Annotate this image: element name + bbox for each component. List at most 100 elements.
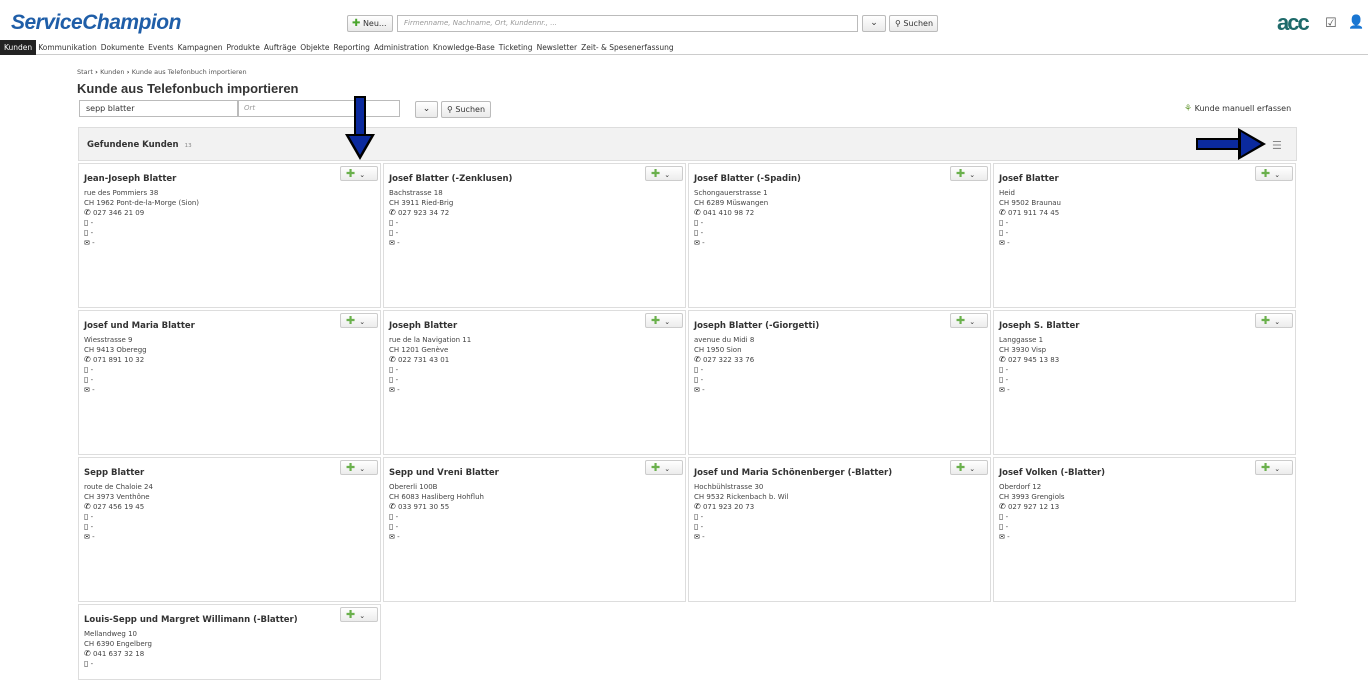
card-email: - bbox=[92, 533, 95, 541]
nav-item-produkte[interactable]: Produkte bbox=[225, 40, 262, 55]
card-fax-row: ▯ - bbox=[999, 375, 1059, 385]
arrow-down-annotation bbox=[345, 96, 375, 160]
name-search-input[interactable]: sepp blatter bbox=[79, 100, 238, 117]
new-button[interactable]: ✚ Neu... bbox=[347, 15, 393, 32]
mobile-phone-icon: ▯ bbox=[694, 512, 699, 521]
card-phone-row: ✆ 027 346 21 09 bbox=[84, 208, 199, 218]
import-customer-button[interactable]: ✚ ⌄ bbox=[1255, 166, 1293, 181]
card-mobile: - bbox=[90, 219, 94, 227]
place-input[interactable]: Ort bbox=[238, 100, 400, 117]
import-customer-button[interactable]: ✚ ⌄ bbox=[645, 460, 683, 475]
card-email-row: ✉ - bbox=[999, 238, 1061, 248]
email-icon: ✉ bbox=[389, 386, 395, 394]
card-details: rue des Pommiers 38 CH 1962 Pont-de-la-Mo… bbox=[84, 188, 199, 248]
plus-icon: ✚ bbox=[651, 314, 661, 327]
card-fax: - bbox=[90, 376, 94, 384]
filter-options-dropdown[interactable]: ⌄ bbox=[415, 101, 438, 118]
nav-item-knowledge-base[interactable]: Knowledge-Base bbox=[431, 40, 497, 55]
import-customer-button[interactable]: ✚ ⌄ bbox=[1255, 313, 1293, 328]
import-customer-button[interactable]: ✚ ⌄ bbox=[645, 166, 683, 181]
nav-item-reporting[interactable]: Reporting bbox=[331, 40, 371, 55]
chevron-down-icon: ⌄ bbox=[969, 318, 976, 326]
breadcrumb-item[interactable]: Start bbox=[77, 68, 93, 76]
card-phone: 041 410 98 72 bbox=[702, 209, 755, 217]
list-view-icon[interactable]: ☰ bbox=[1272, 139, 1282, 152]
card-mobile: - bbox=[700, 513, 704, 521]
phonebook-search-button[interactable]: ⚲ Suchen bbox=[441, 101, 491, 118]
import-customer-button[interactable]: ✚ ⌄ bbox=[950, 460, 988, 475]
card-details: Oberdorf 12 CH 3993 Grengiols ✆ 027 927 12… bbox=[999, 482, 1065, 542]
card-details: rue de la Navigation 11 CH 1201 Genève ✆ 0… bbox=[389, 335, 471, 395]
nav-item-kampagnen[interactable]: Kampagnen bbox=[176, 40, 225, 55]
nav-item-kommunikation[interactable]: Kommunikation bbox=[36, 40, 99, 55]
card-city: CH 3930 Visp bbox=[999, 346, 1047, 354]
app-logo[interactable]: ServiceChampion bbox=[11, 11, 181, 35]
nav-item-objekte[interactable]: Objekte bbox=[298, 40, 331, 55]
email-icon: ✉ bbox=[694, 239, 700, 247]
card-email-row: ✉ - bbox=[999, 385, 1059, 395]
nav-item-ticketing[interactable]: Ticketing bbox=[497, 40, 535, 55]
global-search-input[interactable]: Firmenname, Nachname, Ort, Kundennr., ..… bbox=[397, 15, 858, 32]
import-customer-button[interactable]: ✚ ⌄ bbox=[1255, 460, 1293, 475]
mobile-phone-icon: ▯ bbox=[84, 659, 89, 668]
breadcrumb-item[interactable]: Kunden bbox=[100, 68, 124, 76]
main-navigation: Kunden Kommunikation Dokumente Events Kampag… bbox=[0, 40, 1368, 55]
card-fax: - bbox=[1005, 523, 1009, 531]
card-phone-row: ✆ 041 410 98 72 bbox=[694, 208, 768, 218]
import-customer-button[interactable]: ✚ ⌄ bbox=[340, 166, 378, 181]
results-title-label: Gefundene Kunden bbox=[87, 140, 179, 150]
user-icon[interactable]: 👤 bbox=[1348, 15, 1364, 30]
phone-icon: ✆ bbox=[84, 502, 91, 511]
card-mobile-row: ▯ - bbox=[999, 365, 1059, 375]
card-email-row: ✉ - bbox=[389, 532, 484, 542]
card-city: CH 1201 Genève bbox=[389, 346, 449, 354]
search-options-dropdown[interactable]: ⌄ bbox=[862, 15, 886, 32]
email-icon: ✉ bbox=[84, 239, 90, 247]
card-city: CH 3973 Venthône bbox=[84, 493, 150, 501]
search-icon: ⚲ bbox=[447, 105, 453, 114]
import-customer-button[interactable]: ✚ ⌄ bbox=[950, 166, 988, 181]
global-search-button-label: Suchen bbox=[903, 19, 934, 28]
card-details: route de Chaloie 24 CH 3973 Venthône ✆ 027… bbox=[84, 482, 153, 542]
breadcrumb-separator-icon: › bbox=[124, 68, 132, 76]
nav-item-administration[interactable]: Administration bbox=[372, 40, 431, 55]
nav-item-dokumente[interactable]: Dokumente bbox=[99, 40, 146, 55]
card-phone-row: ✆ 041 637 32 18 bbox=[84, 649, 152, 659]
import-customer-button[interactable]: ✚ ⌄ bbox=[340, 607, 378, 622]
card-phone-row: ✆ 027 456 19 45 bbox=[84, 502, 153, 512]
card-email-row: ✉ - bbox=[389, 238, 453, 248]
nav-item-newsletter[interactable]: Newsletter bbox=[535, 40, 580, 55]
card-email: - bbox=[702, 533, 705, 541]
nav-item-aufträge[interactable]: Aufträge bbox=[262, 40, 298, 55]
customer-card: Josef Blatter ✚ ⌄ Heid CH 9502 Braunau ✆ 071 … bbox=[993, 163, 1296, 308]
plus-icon: ✚ bbox=[1261, 461, 1271, 474]
import-customer-button[interactable]: ✚ ⌄ bbox=[340, 460, 378, 475]
plus-icon: ✚ bbox=[956, 167, 966, 180]
brand-logo: acc bbox=[1277, 10, 1310, 35]
nav-item-kunden[interactable]: Kunden bbox=[0, 40, 37, 55]
card-phone-row: ✆ 022 731 43 01 bbox=[389, 355, 471, 365]
card-customer-name: Josef Volken (-Blatter) bbox=[999, 468, 1106, 478]
chevron-down-icon: ⌄ bbox=[359, 171, 366, 179]
mobile-phone-icon: ▯ bbox=[84, 375, 89, 384]
nav-item-events[interactable]: Events bbox=[146, 40, 175, 55]
breadcrumb-item: Kunde aus Telefonbuch importieren bbox=[131, 68, 247, 76]
import-customer-button[interactable]: ✚ ⌄ bbox=[340, 313, 378, 328]
mobile-phone-icon: ▯ bbox=[694, 228, 699, 237]
global-search-button[interactable]: ⚲ Suchen bbox=[889, 15, 938, 32]
tasks-icon[interactable]: ☑ bbox=[1325, 16, 1337, 31]
customer-card: Louis-Sepp und Margret Willimann (-Blatt… bbox=[78, 604, 381, 680]
import-customer-button[interactable]: ✚ ⌄ bbox=[950, 313, 988, 328]
card-phone: 041 637 32 18 bbox=[92, 650, 145, 658]
card-mobile-row: ▯ - bbox=[84, 365, 147, 375]
customer-card: Joseph Blatter ✚ ⌄ rue de la Navigation 11 C… bbox=[383, 310, 686, 455]
card-street: Hochbühlstrasse 30 bbox=[694, 483, 764, 491]
card-fax-row: ▯ - bbox=[84, 375, 147, 385]
import-customer-button[interactable]: ✚ ⌄ bbox=[645, 313, 683, 328]
manual-customer-link[interactable]: ⚘ Kunde manuell erfassen bbox=[1184, 104, 1291, 114]
card-phone: 027 927 12 13 bbox=[1007, 503, 1060, 511]
card-mobile: - bbox=[395, 366, 399, 374]
nav-item-zeit-spesenerfassung[interactable]: Zeit- & Spesenerfassung bbox=[579, 40, 676, 55]
customer-card: Josef Blatter (-Spadin) ✚ ⌄ Schongauerstras… bbox=[688, 163, 991, 308]
card-city: CH 3911 Ried-Brig bbox=[389, 199, 454, 207]
